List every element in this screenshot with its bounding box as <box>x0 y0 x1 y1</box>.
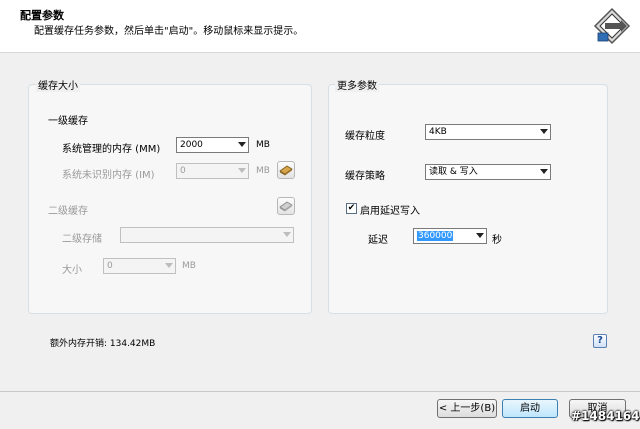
l2-size-label: 大小 <box>62 265 82 276</box>
unmanaged-memory-value: 0 <box>180 166 186 176</box>
chevron-down-icon[interactable] <box>540 169 548 174</box>
unmanaged-memory-unit: MB <box>256 166 270 176</box>
memory-module-icon <box>279 165 293 176</box>
more-params-group <box>328 84 608 314</box>
start-button[interactable]: 启动 <box>502 399 558 418</box>
l2-storage-combo[interactable] <box>120 227 294 243</box>
unmanaged-memory-combo[interactable]: 0 <box>176 163 249 179</box>
page-subtitle: 配置缓存任务参数，然后单击"启动"。移动鼠标来显示提示。 <box>34 26 304 37</box>
managed-memory-value: 2000 <box>180 140 203 150</box>
chevron-down-icon[interactable] <box>165 263 173 268</box>
unmanaged-memory-settings-button[interactable] <box>277 161 295 179</box>
l2-cache-settings-button[interactable] <box>277 197 295 215</box>
managed-memory-combo[interactable]: 2000 <box>176 137 249 153</box>
lazy-write-label[interactable]: 启用延迟写入 <box>360 202 420 217</box>
l2-size-value: 0 <box>107 261 113 271</box>
l2-cache-label: 二级缓存 <box>48 206 88 217</box>
l2-storage-label: 二级存储 <box>62 234 102 245</box>
policy-label: 缓存策略 <box>345 171 385 182</box>
app-logo-icon <box>593 7 631 45</box>
granularity-combo[interactable]: 4KB <box>425 124 551 140</box>
unmanaged-memory-label: 系统未识别内存 (IM) <box>62 170 155 181</box>
delay-label: 延迟 <box>368 235 388 246</box>
delay-combo[interactable]: 360000 <box>413 228 487 244</box>
more-params-title: 更多参数 <box>335 77 379 92</box>
storage-drive-icon <box>279 201 293 212</box>
back-button[interactable]: < 上一步(B) <box>437 399 497 418</box>
delay-unit: 秒 <box>492 235 502 246</box>
checkmark-icon: ✔ <box>347 203 356 213</box>
l1-cache-label: 一级缓存 <box>48 116 88 127</box>
chevron-down-icon[interactable] <box>540 129 548 134</box>
policy-value: 读取 & 写入 <box>429 167 478 177</box>
chevron-down-icon[interactable] <box>238 142 246 147</box>
extra-memory-text: 额外内存开销: 134.42MB <box>50 339 156 349</box>
managed-memory-label: 系统管理的内存 (MM) <box>62 144 161 155</box>
cache-size-title: 缓存大小 <box>36 77 80 92</box>
help-button[interactable]: ? <box>593 334 607 348</box>
watermark: #1484164 <box>571 409 640 423</box>
policy-combo[interactable]: 读取 & 写入 <box>425 164 551 180</box>
granularity-label: 缓存粒度 <box>345 131 385 142</box>
l2-size-unit: MB <box>182 261 196 271</box>
lazy-write-checkbox[interactable]: ✔ <box>346 203 357 214</box>
managed-memory-unit: MB <box>256 140 270 150</box>
delay-value[interactable]: 360000 <box>417 231 454 241</box>
chevron-down-icon[interactable] <box>238 168 246 173</box>
granularity-value: 4KB <box>429 127 447 137</box>
chevron-down-icon[interactable] <box>283 232 291 237</box>
l2-size-combo[interactable]: 0 <box>103 258 176 274</box>
wizard-header: 配置参数 配置缓存任务参数，然后单击"启动"。移动鼠标来显示提示。 <box>0 0 640 53</box>
page-title: 配置参数 <box>20 9 64 22</box>
chevron-down-icon[interactable] <box>476 233 484 238</box>
